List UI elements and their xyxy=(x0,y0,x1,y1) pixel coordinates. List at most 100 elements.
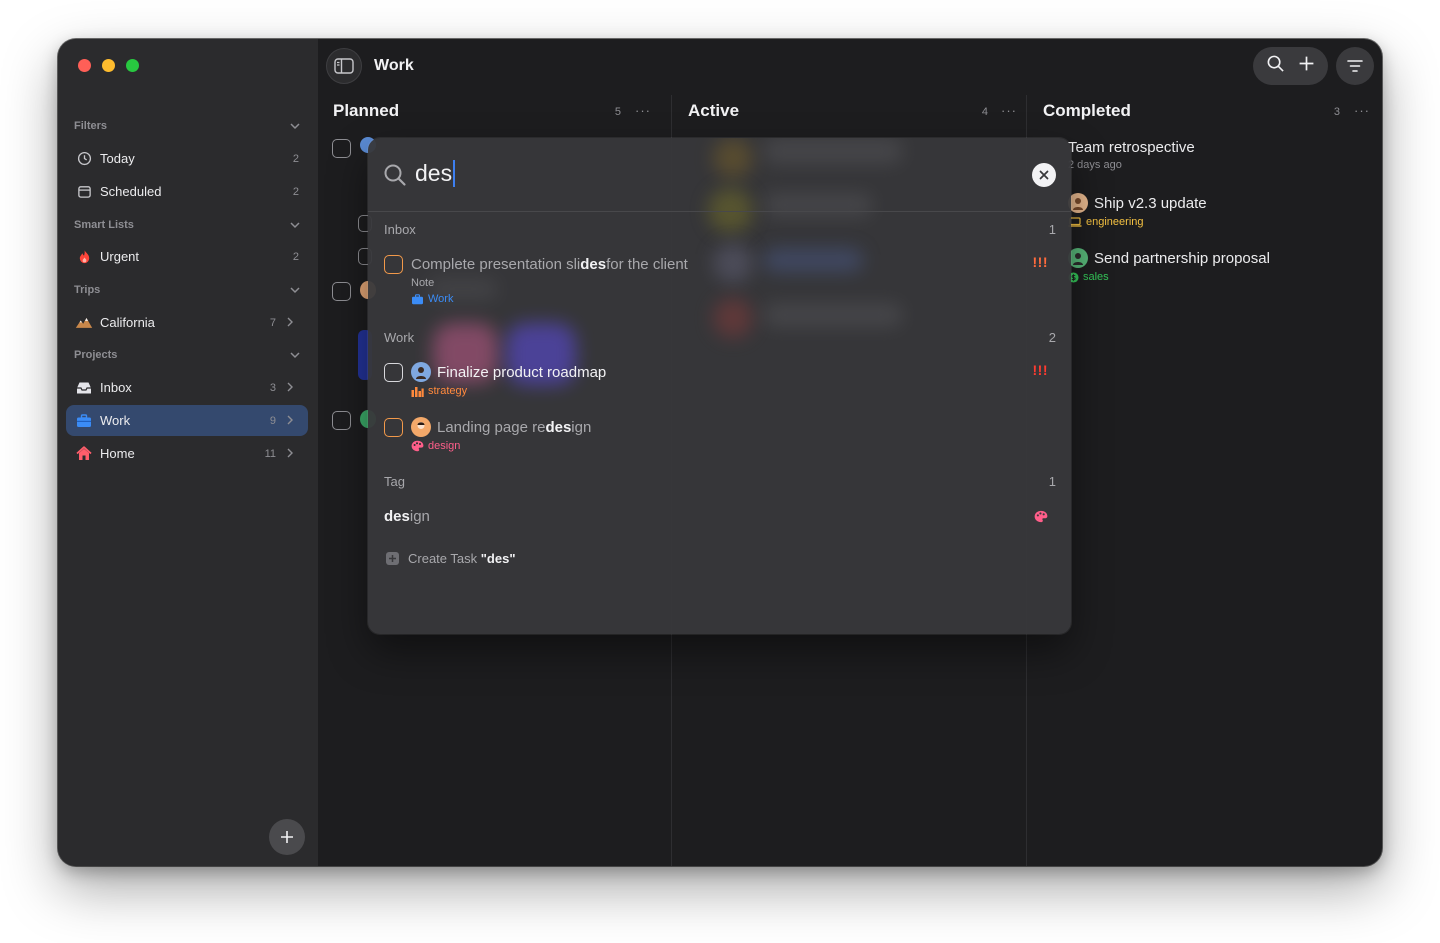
more-options-icon[interactable]: ··· xyxy=(635,103,651,118)
avatar xyxy=(411,362,431,382)
column-count: 4 xyxy=(981,106,988,118)
section-smart-lists-label: Smart Lists xyxy=(74,219,134,231)
tag-label: sales xyxy=(1083,271,1109,283)
search-result-item[interactable]: Complete presentation sli des for the cli… xyxy=(384,253,1056,307)
minimize-window-button[interactable] xyxy=(102,59,115,72)
sidebar-item-count: 3 xyxy=(269,381,276,394)
result-title-part: Complete presentation sli xyxy=(411,255,581,273)
filter-lines-icon xyxy=(1347,60,1363,72)
close-window-button[interactable] xyxy=(78,59,91,72)
avatar xyxy=(411,417,431,437)
completed-task[interactable]: Ship v2.3 update engineering xyxy=(1068,193,1368,228)
task-checkbox[interactable] xyxy=(332,411,351,430)
sidebar-item-count: 2 xyxy=(292,152,299,165)
completed-task[interactable]: Send partnership proposal sales xyxy=(1068,248,1368,283)
chevron-right-icon xyxy=(287,448,293,458)
more-options-icon[interactable]: ··· xyxy=(1001,103,1017,118)
sidebar-item-urgent[interactable]: Urgent 2 xyxy=(66,241,308,272)
search-button[interactable] xyxy=(1266,54,1285,78)
zoom-window-button[interactable] xyxy=(126,59,139,72)
clock-icon xyxy=(75,150,93,168)
result-title-part: ign xyxy=(571,418,592,436)
mountain-icon xyxy=(75,314,93,332)
more-options-icon[interactable]: ··· xyxy=(1354,103,1370,118)
tag-label: strategy xyxy=(428,385,468,397)
section-smart-lists[interactable]: Smart Lists xyxy=(74,214,302,236)
column-count: 3 xyxy=(1333,106,1340,118)
sidebar-item-california[interactable]: California 7 xyxy=(66,307,308,338)
group-label: Inbox xyxy=(384,221,416,237)
task-checkbox[interactable] xyxy=(384,362,403,382)
result-title: Finalize product roadmap xyxy=(437,363,607,381)
result-project: Work xyxy=(428,293,454,305)
palette-icon xyxy=(411,440,424,452)
search-icon xyxy=(384,164,406,186)
sidebar-item-home[interactable]: Home 11 xyxy=(66,438,308,469)
sidebar-item-work[interactable]: Work 9 xyxy=(66,405,308,436)
sidebar-item-label: Inbox xyxy=(100,380,132,395)
bar-chart-icon xyxy=(411,386,424,397)
group-label: Tag xyxy=(384,473,405,489)
section-projects-label: Projects xyxy=(74,349,118,361)
search-input[interactable]: des xyxy=(415,160,456,187)
task-checkbox[interactable] xyxy=(384,417,403,437)
avatar xyxy=(1068,193,1088,213)
sidebar-item-label: Scheduled xyxy=(100,184,162,199)
search-icon xyxy=(1267,55,1284,72)
chevron-down-icon xyxy=(290,222,300,229)
sidebar-item-inbox[interactable]: Inbox 3 xyxy=(66,372,308,403)
add-task-button[interactable] xyxy=(1298,55,1315,77)
avatar xyxy=(1068,248,1088,268)
app-window: Filters Today 2 Scheduled 2 Smart Lists … xyxy=(58,39,1382,866)
section-trips-label: Trips xyxy=(74,284,101,296)
text-caret xyxy=(453,160,456,187)
clear-search-button[interactable] xyxy=(1032,163,1056,187)
task-checkbox[interactable] xyxy=(384,254,403,274)
search-query: des xyxy=(415,160,453,186)
section-projects[interactable]: Projects xyxy=(74,344,302,366)
house-icon xyxy=(75,445,93,463)
column-title: Planned xyxy=(333,101,400,120)
sidebar-item-count: 9 xyxy=(269,414,276,427)
column-active-header: Active 4 ··· xyxy=(688,101,1016,125)
task-checkbox[interactable] xyxy=(332,282,351,301)
close-icon xyxy=(1039,170,1049,180)
create-task-query: "des" xyxy=(480,551,516,566)
chevron-right-icon xyxy=(287,382,293,392)
column-title: Active xyxy=(688,101,740,120)
result-title-part: for the client xyxy=(606,255,688,273)
column-planned-header: Planned 5 ··· xyxy=(333,101,653,125)
task-checkbox[interactable] xyxy=(332,139,351,158)
sidebar-item-today[interactable]: Today 2 xyxy=(66,143,308,174)
column-count: 5 xyxy=(614,106,621,118)
sidebar-icon xyxy=(334,58,354,74)
task-title: Team retrospective xyxy=(1068,139,1195,156)
sidebar-item-label: Urgent xyxy=(100,249,140,264)
result-group-header: Inbox 1 xyxy=(384,219,1056,239)
search-result-item[interactable]: Landing page re des ign design xyxy=(384,416,1056,454)
sidebar: Filters Today 2 Scheduled 2 Smart Lists … xyxy=(58,39,318,866)
result-title-part: Landing page re xyxy=(437,418,546,436)
inbox-icon xyxy=(75,379,93,397)
filter-menu-button[interactable] xyxy=(1336,47,1374,85)
search-result-item[interactable]: Finalize product roadmap strategy !!! xyxy=(384,361,1056,399)
sidebar-item-count: 2 xyxy=(292,185,299,198)
result-note: Note xyxy=(411,277,435,289)
tag-result-item[interactable]: design xyxy=(384,508,1056,525)
tag-name-part: ign xyxy=(409,508,430,525)
search-bar[interactable]: des xyxy=(368,138,1071,212)
page-title: Work xyxy=(374,57,414,74)
completed-task[interactable]: Team retrospective 2 days ago xyxy=(1068,139,1368,171)
section-filters[interactable]: Filters xyxy=(74,115,302,137)
sidebar-toggle-button[interactable] xyxy=(326,48,362,84)
task-title: Send partnership proposal xyxy=(1094,249,1270,267)
column-completed-header: Completed 3 ··· xyxy=(1043,101,1370,125)
create-task-button[interactable]: Create Task "des" xyxy=(386,551,516,566)
column-title: Completed xyxy=(1043,101,1131,120)
priority-indicator: !!! xyxy=(1032,254,1048,270)
plus-icon xyxy=(281,831,293,843)
section-trips[interactable]: Trips xyxy=(74,279,302,301)
tag-label: design xyxy=(428,440,461,452)
sidebar-item-scheduled[interactable]: Scheduled 2 xyxy=(66,176,308,207)
add-project-button[interactable] xyxy=(269,819,305,855)
